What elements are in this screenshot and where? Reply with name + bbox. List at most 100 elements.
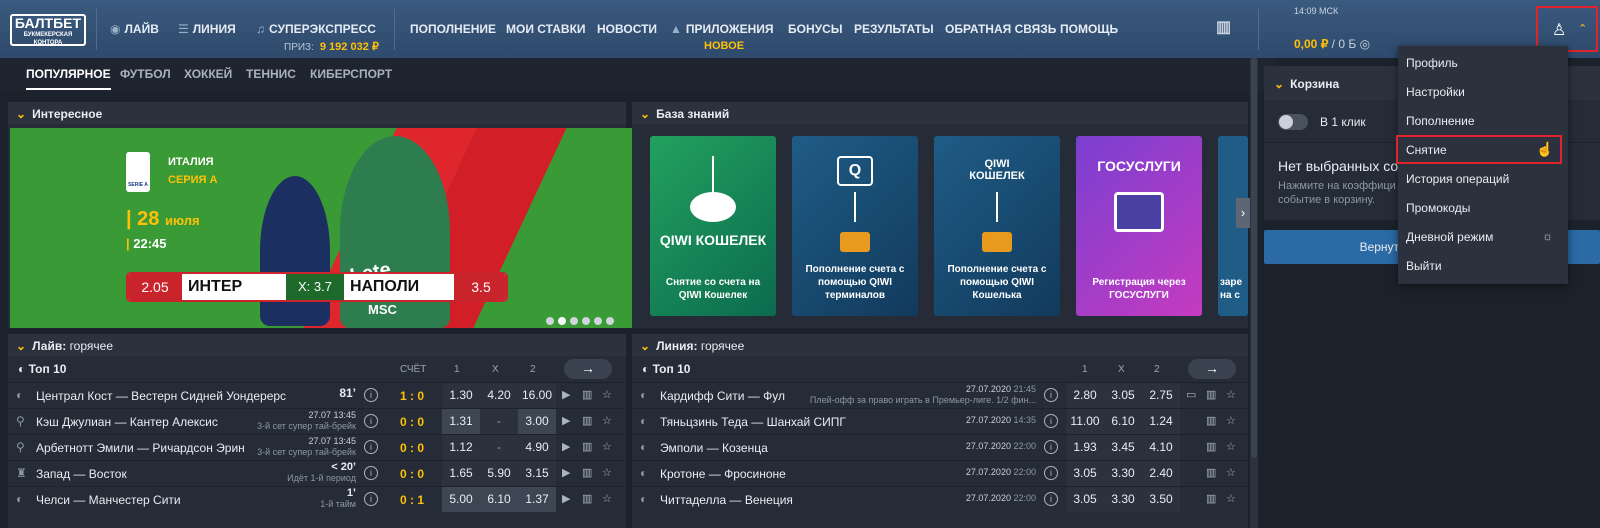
odd-x[interactable]: 3.45: [1104, 435, 1142, 460]
odd-x[interactable]: 6.10: [1104, 409, 1142, 434]
nav-live[interactable]: ◉ ЛАЙВ: [110, 22, 159, 36]
chevron-right-icon[interactable]: ›: [1236, 198, 1250, 228]
odd-1[interactable]: 3.05: [1066, 487, 1104, 512]
odd-x[interactable]: 3.05: [1104, 383, 1142, 408]
odd-1[interactable]: 2.80: [1066, 383, 1104, 408]
carousel-dot[interactable]: [570, 317, 578, 325]
table-row[interactable]: ◐ Централ Кост — Вестерн Сидней Уондерерс…: [8, 382, 626, 408]
odd-2[interactable]: 3.50: [1142, 487, 1180, 512]
nav-feedback[interactable]: ОБРАТНАЯ СВЯЗЬ: [945, 22, 1056, 36]
stats-icon[interactable]: ▥: [582, 492, 592, 505]
menu-item-withdraw[interactable]: Снятие ☝: [1396, 135, 1562, 164]
stats-icon[interactable]: ▥: [582, 466, 592, 479]
tab-esports[interactable]: КИБЕРСПОРТ: [310, 67, 392, 81]
tab-football[interactable]: ФУТБОЛ: [120, 67, 171, 81]
tab-hockey[interactable]: ХОККЕЙ: [184, 67, 232, 81]
table-row[interactable]: ♜ Запад — Восток < 20’ Идёт 1-й период i 0 : …: [8, 460, 626, 486]
odd-2[interactable]: 4.10: [1142, 435, 1180, 460]
carousel-dot[interactable]: [582, 317, 590, 325]
tab-tennis[interactable]: ТЕННИС: [246, 67, 296, 81]
menu-item-day-mode[interactable]: Дневной режим ☼: [1398, 222, 1568, 251]
away-odd-button[interactable]: 3.5: [454, 274, 506, 300]
main-scrollbar[interactable]: [1250, 58, 1258, 528]
stats-icon[interactable]: ▥: [1206, 414, 1216, 427]
odd-x[interactable]: 5.90: [480, 461, 518, 486]
info-icon[interactable]: i: [364, 388, 378, 402]
carousel-dot[interactable]: [546, 317, 554, 325]
knowledge-card[interactable]: ГОСУСЛУГИ Регистрация через ГОСУСЛУГИ: [1076, 136, 1202, 316]
nav-bonuses[interactable]: БОНУСЫ: [788, 22, 843, 36]
carousel-dots[interactable]: [546, 312, 618, 330]
arrow-right-button[interactable]: →: [564, 359, 612, 379]
menu-item-promocodes[interactable]: Промокоды: [1398, 193, 1568, 222]
info-icon[interactable]: i: [1044, 440, 1058, 454]
menu-item-logout[interactable]: Выйти: [1398, 251, 1568, 280]
star-icon[interactable]: ☆: [602, 466, 612, 479]
one-click-toggle[interactable]: [1278, 114, 1308, 130]
scrollbar-thumb[interactable]: [1251, 58, 1257, 458]
nav-my-bets[interactable]: МОИ СТАВКИ: [506, 22, 586, 36]
odd-x[interactable]: 3.30: [1104, 487, 1142, 512]
balance[interactable]: 0,00 ₽ / 0 Б ◎: [1294, 37, 1370, 51]
stats-icon[interactable]: ▥: [1206, 466, 1216, 479]
odd-2[interactable]: 2.40: [1142, 461, 1180, 486]
odd-1[interactable]: 1.65: [442, 461, 480, 486]
carousel-dot[interactable]: [594, 317, 602, 325]
info-icon[interactable]: i: [1044, 388, 1058, 402]
info-icon[interactable]: i: [364, 492, 378, 506]
video-icon[interactable]: ▶: [562, 414, 570, 427]
nav-help[interactable]: ПОМОЩЬ: [1060, 22, 1118, 36]
menu-item-settings[interactable]: Настройки: [1398, 77, 1568, 106]
tab-popular[interactable]: ПОПУЛЯРНОЕ: [26, 67, 111, 90]
odd-x[interactable]: -: [480, 409, 518, 434]
odd-x[interactable]: 3.30: [1104, 461, 1142, 486]
menu-item-history[interactable]: История операций: [1398, 164, 1568, 193]
table-row[interactable]: ◐ Кардифф Сити — Фул 27.07.2020 21:45 Плей-…: [632, 382, 1248, 408]
table-row[interactable]: ◐ Тяньцзинь Теда — Шанхай СИПГ 27.07.2020 …: [632, 408, 1248, 434]
star-icon[interactable]: ☆: [1226, 440, 1236, 453]
eye-icon[interactable]: ◎: [1360, 37, 1370, 51]
odd-1[interactable]: 1.93: [1066, 435, 1104, 460]
video-icon[interactable]: ▶: [562, 466, 570, 479]
odd-1[interactable]: 11.00: [1066, 409, 1104, 434]
video-icon[interactable]: ▶: [562, 440, 570, 453]
odd-x[interactable]: 4.20: [480, 383, 518, 408]
panel-header[interactable]: ⌄ База знаний: [632, 102, 1248, 124]
arrow-right-button[interactable]: →: [1188, 359, 1236, 379]
panel-header[interactable]: ⌄ Линия: горячее: [632, 334, 1248, 356]
table-row[interactable]: ◐ Кротоне — Фросиноне 27.07.2020 22:00 i 3.0…: [632, 460, 1248, 486]
odd-2[interactable]: 2.75: [1142, 383, 1180, 408]
panel-header[interactable]: ⌄ Лайв: горячее: [8, 334, 626, 356]
table-row[interactable]: ◐ Эмполи — Козенца 27.07.2020 22:00 i 1.93 3.…: [632, 434, 1248, 460]
odd-x[interactable]: 6.10: [480, 487, 518, 512]
menu-item-profile[interactable]: Профиль: [1398, 48, 1568, 77]
info-icon[interactable]: i: [364, 440, 378, 454]
tv-icon[interactable]: ▭: [1186, 388, 1196, 401]
stats-icon[interactable]: ▥: [582, 414, 592, 427]
video-icon[interactable]: ▶: [562, 492, 570, 505]
nav-results[interactable]: РЕЗУЛЬТАТЫ: [854, 22, 934, 36]
nav-line[interactable]: ☰ ЛИНИЯ: [178, 22, 236, 36]
odd-1[interactable]: 1.30: [442, 383, 480, 408]
star-icon[interactable]: ☆: [1226, 414, 1236, 427]
odd-2[interactable]: 1.24: [1142, 409, 1180, 434]
knowledge-card[interactable]: Q Пополнение счета с помощью QIWI термин…: [792, 136, 918, 316]
baltbet-logo[interactable]: БАЛТБЕТ БУКМЕКЕРСКАЯ КОНТОРА: [10, 14, 86, 46]
stats-icon[interactable]: ▥: [1206, 440, 1216, 453]
info-icon[interactable]: i: [364, 466, 378, 480]
star-icon[interactable]: ☆: [602, 492, 612, 505]
video-icon[interactable]: ▶: [562, 388, 570, 401]
star-icon[interactable]: ☆: [1226, 492, 1236, 505]
odd-2[interactable]: 16.00: [518, 383, 556, 408]
home-odd-button[interactable]: 2.05: [128, 274, 182, 300]
odd-1[interactable]: 1.31: [442, 409, 480, 434]
nav-news[interactable]: НОВОСТИ: [597, 22, 657, 36]
star-icon[interactable]: ☆: [1226, 466, 1236, 479]
stats-icon[interactable]: ▥: [582, 440, 592, 453]
odd-2[interactable]: 3.15: [518, 461, 556, 486]
stats-icon[interactable]: ▥: [1216, 17, 1231, 37]
nav-apps[interactable]: ▲ ПРИЛОЖЕНИЯ: [670, 22, 774, 36]
odd-2[interactable]: 3.00: [518, 409, 556, 434]
star-icon[interactable]: ☆: [602, 414, 612, 427]
table-row[interactable]: ⚲ Кэш Джулиан — Кантер Алексис 27.07 13:45…: [8, 408, 626, 434]
